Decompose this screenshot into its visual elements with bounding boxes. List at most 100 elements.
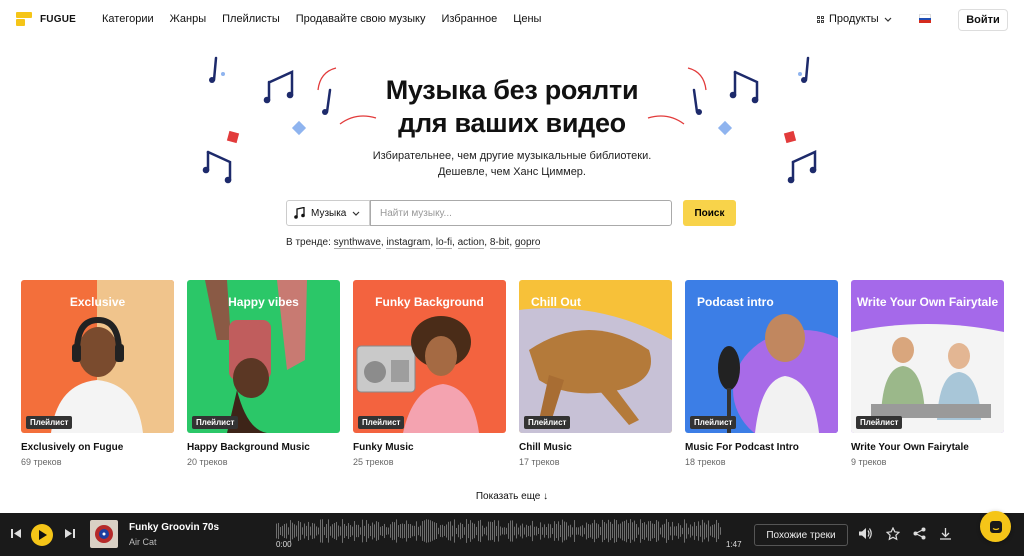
playlist-cover[interactable]: Write Your Own Fairytale Плейлист: [851, 280, 1004, 433]
next-track-icon[interactable]: [64, 528, 75, 539]
waveform-bar: [424, 520, 425, 542]
playlist-title[interactable]: Write Your Own Fairytale: [851, 442, 1004, 453]
waveform-bar: [688, 527, 689, 535]
waveform-bar: [284, 524, 285, 538]
waveform-bar: [608, 519, 609, 543]
waveform-bar: [630, 519, 631, 543]
waveform-bar: [346, 525, 347, 537]
playlist-title[interactable]: Music For Podcast Intro: [685, 442, 838, 453]
playlist-track-count: 25 треков: [353, 457, 394, 467]
playlist-card[interactable]: Exclusive Плейлист Exclusively on Fugue …: [21, 280, 174, 467]
waveform-bar: [288, 527, 289, 535]
playlist-cover-label: Chill Out: [531, 295, 581, 309]
waveform-bar: [478, 520, 479, 542]
waveform-bar: [524, 527, 525, 535]
playlist-cover[interactable]: Exclusive Плейлист: [21, 280, 174, 433]
chat-icon: [989, 520, 1002, 533]
waveform-bar: [394, 522, 395, 540]
waveform-bar: [696, 525, 697, 537]
trending-tag[interactable]: gopro: [514, 237, 541, 249]
waveform-bar: [582, 525, 583, 537]
download-icon[interactable]: [939, 527, 952, 540]
waveform-bar: [596, 523, 597, 539]
waveform-bar: [486, 526, 487, 536]
waveform-bar: [484, 527, 485, 535]
waveform-bar: [428, 519, 429, 543]
waveform-bar: [660, 527, 661, 535]
waveform-bar: [460, 522, 461, 540]
waveform-bar: [676, 526, 677, 536]
play-button[interactable]: [31, 524, 53, 546]
waveform-bar: [632, 522, 633, 540]
waveform-bar: [670, 526, 671, 536]
waveform-bar: [662, 524, 663, 538]
waveform-bar: [352, 526, 353, 536]
similar-tracks-button[interactable]: Похожие треки: [754, 524, 848, 546]
playlist-badge: Плейлист: [856, 416, 903, 429]
playlist-card[interactable]: Chill Out Плейлист Chill Music 17 треков: [519, 280, 672, 467]
waveform-bar: [702, 519, 703, 543]
waveform-bar: [342, 519, 343, 543]
search-input[interactable]: [370, 200, 672, 226]
waveform-bar: [278, 522, 279, 540]
playlist-cover[interactable]: Funky Background Плейлист: [353, 280, 506, 433]
waveform-bar: [648, 521, 649, 541]
waveform-bar: [664, 523, 665, 539]
waveform-bar: [590, 524, 591, 538]
waveform-bar: [418, 526, 419, 536]
playlist-card[interactable]: Funky Background Плейлист Funky Music 25…: [353, 280, 506, 467]
waveform-bar: [358, 524, 359, 538]
track-artist[interactable]: Air Cat: [129, 537, 157, 547]
playlist-title[interactable]: Chill Music: [519, 442, 672, 453]
playlist-card[interactable]: Happy vibes Плейлист Happy Background Mu…: [187, 280, 340, 467]
star-icon[interactable]: [886, 527, 900, 541]
volume-icon[interactable]: [858, 527, 872, 540]
waveform-bar: [540, 522, 541, 540]
waveform-bar: [534, 526, 535, 536]
waveform-bar: [314, 523, 315, 539]
waveform-bar: [400, 524, 401, 538]
trending-tag[interactable]: 8-bit: [489, 237, 510, 249]
waveform-bar: [620, 523, 621, 539]
waveform-bar: [366, 520, 367, 542]
chat-button[interactable]: [980, 511, 1011, 542]
waveform-bar: [436, 523, 437, 539]
trending-tag[interactable]: instagram: [386, 237, 431, 249]
track-name[interactable]: Funky Groovin 70s: [129, 522, 219, 533]
search-button[interactable]: Поиск: [683, 200, 736, 226]
playlist-cover[interactable]: Podcast intro Плейлист: [685, 280, 838, 433]
waveform-bar: [634, 520, 635, 542]
playlist-cover-label: Funky Background: [375, 295, 484, 309]
playlist-title[interactable]: Exclusively on Fugue: [21, 442, 174, 453]
waveform-scrubber[interactable]: [276, 519, 721, 547]
trending-tag[interactable]: action: [457, 237, 485, 249]
waveform-bar: [406, 520, 407, 542]
waveform-bar: [606, 523, 607, 539]
waveform-bar: [586, 522, 587, 540]
waveform-bar: [538, 527, 539, 535]
waveform-bar: [556, 523, 557, 539]
share-icon[interactable]: [913, 527, 926, 540]
waveform-bar: [562, 519, 563, 543]
playlist-track-count: 17 треков: [519, 457, 560, 467]
playlist-badge: Плейлист: [524, 416, 571, 429]
waveform-bar: [546, 527, 547, 535]
show-more-button[interactable]: Показать еще ↓: [0, 491, 1024, 502]
playlist-title[interactable]: Funky Music: [353, 442, 506, 453]
trending-tag[interactable]: lo-fi: [435, 237, 453, 249]
playlist-cover[interactable]: Happy vibes Плейлист: [187, 280, 340, 433]
waveform-bar: [544, 524, 545, 538]
total-time: 1:47: [726, 540, 742, 549]
playlist-cover[interactable]: Chill Out Плейлист: [519, 280, 672, 433]
waveform-bar: [612, 523, 613, 539]
playlist-card[interactable]: Podcast intro Плейлист Music For Podcast…: [685, 280, 838, 467]
waveform-bar: [454, 519, 455, 543]
waveform-bar: [674, 526, 675, 536]
playlist-card[interactable]: Write Your Own Fairytale Плейлист Write …: [851, 280, 1004, 467]
search-type-select[interactable]: Музыка: [286, 200, 370, 226]
waveform-bar: [498, 520, 499, 542]
playlist-title[interactable]: Happy Background Music: [187, 442, 340, 453]
previous-track-icon[interactable]: [11, 528, 22, 539]
trending-tag[interactable]: synthwave: [333, 237, 381, 249]
waveform-bar: [446, 524, 447, 538]
